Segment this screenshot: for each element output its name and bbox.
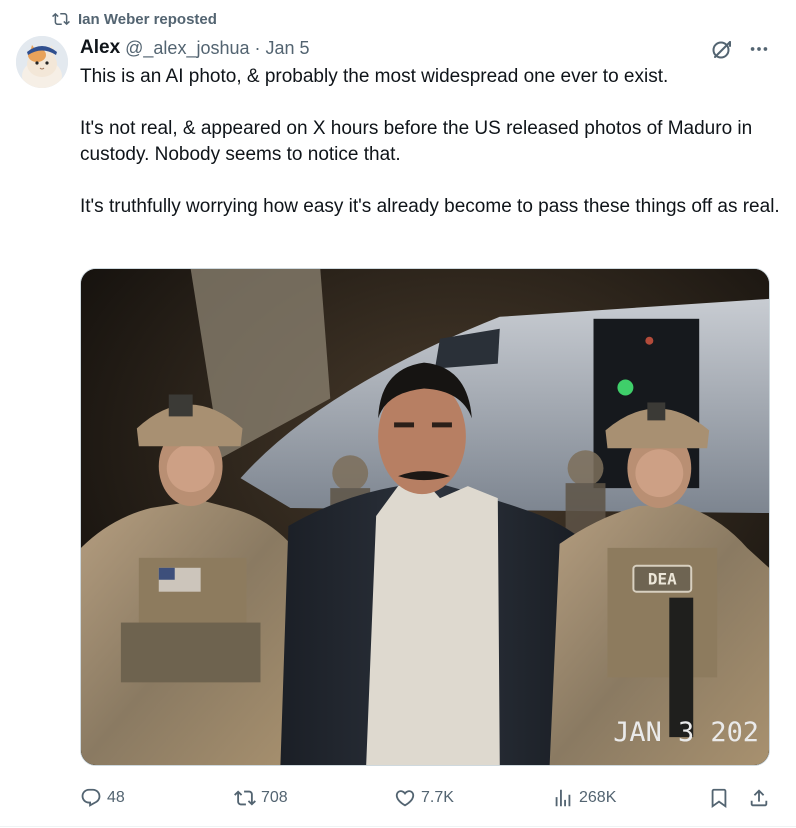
more-options-icon[interactable]	[748, 38, 770, 60]
bookmark-button[interactable]	[708, 784, 730, 812]
divider	[0, 826, 796, 827]
views-button[interactable]: 268K	[552, 784, 616, 812]
separator: ·	[254, 37, 261, 58]
share-icon	[750, 789, 768, 807]
dea-patch: DEA	[648, 570, 677, 589]
cat-avatar	[16, 36, 68, 88]
tweet-text: This is an AI photo, & probably the most…	[80, 64, 780, 220]
tweet[interactable]: Ian Weber reposted Alex @_alex_joshua · …	[0, 0, 796, 828]
views-icon	[555, 789, 571, 807]
tweet-header: Alex @_alex_joshua · Jan 5	[80, 36, 310, 60]
repost-icon	[234, 790, 256, 806]
like-button[interactable]: 7.7K	[394, 784, 454, 812]
repost-count: 708	[261, 789, 288, 806]
photo-timestamp: JAN 3 202	[613, 717, 759, 748]
views-count: 268K	[579, 789, 617, 806]
repost-button[interactable]: 708	[234, 784, 288, 812]
reply-count: 48	[107, 789, 125, 806]
tweet-paragraph: This is an AI photo, & probably the most…	[80, 66, 669, 87]
photo-image: DEA JAN 3 202	[81, 269, 769, 765]
repost-label: Ian Weber reposted	[78, 10, 217, 28]
tweet-paragraph: It's truthfully worrying how easy it's a…	[80, 196, 780, 217]
share-button[interactable]	[748, 784, 770, 812]
tweet-photo[interactable]: DEA JAN 3 202	[80, 268, 770, 766]
author-handle[interactable]: @_alex_joshua	[125, 38, 249, 59]
reply-button[interactable]: 48	[80, 784, 125, 812]
post-date[interactable]: Jan 5	[266, 38, 310, 59]
action-bar: 48 708 7.7K 268K	[80, 784, 770, 812]
avatar[interactable]	[16, 36, 68, 88]
author-name[interactable]: Alex	[80, 37, 120, 59]
tweet-paragraph: It's not real, & appeared on X hours bef…	[80, 118, 753, 165]
like-count: 7.7K	[421, 789, 454, 806]
bookmark-icon	[711, 788, 727, 809]
repost-context[interactable]: Ian Weber reposted	[52, 8, 217, 30]
repost-icon	[52, 12, 70, 26]
grok-icon[interactable]	[710, 37, 734, 61]
reply-icon	[81, 788, 101, 807]
heart-icon	[395, 790, 415, 807]
